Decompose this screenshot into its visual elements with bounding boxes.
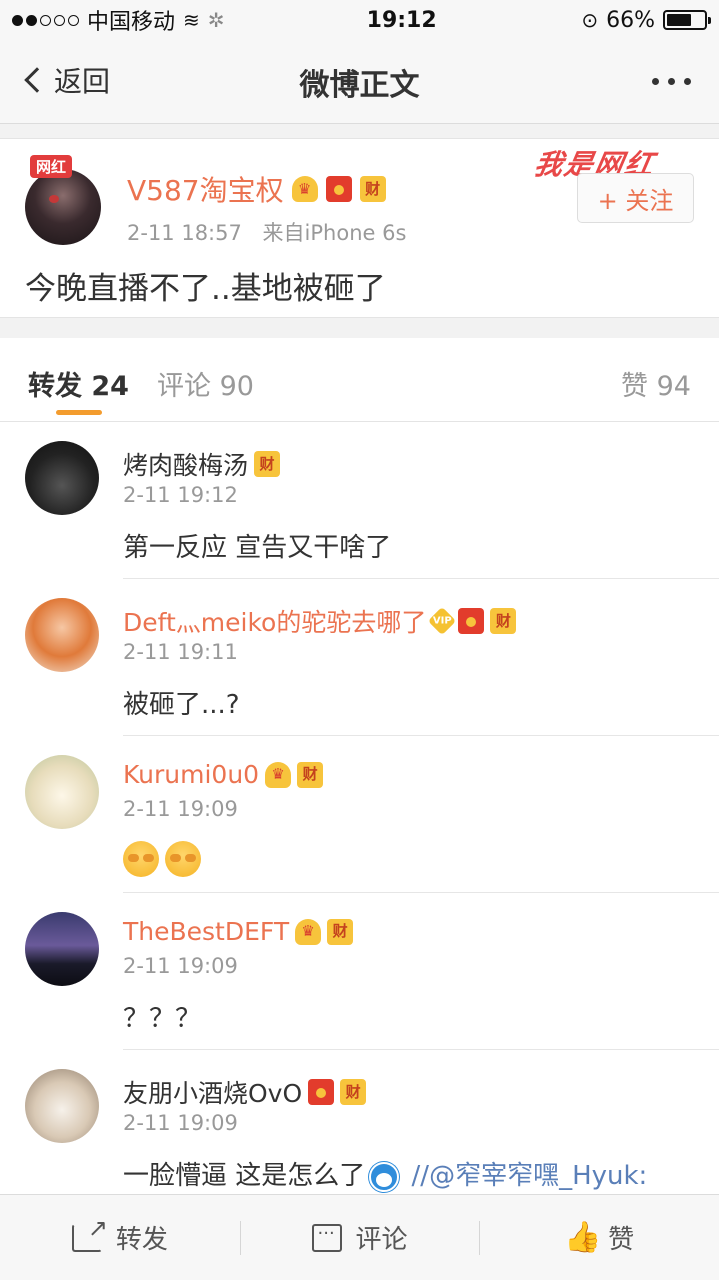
list-item[interactable]: TheBestDEFT ♛ 财 2-11 19:09 ？？？ (0, 893, 719, 1050)
comment-label: 评论 (355, 1225, 408, 1255)
comment-author-row[interactable]: TheBestDEFT ♛ 财 (123, 917, 354, 946)
comment-text: ？？？ (123, 1004, 202, 1034)
more-button[interactable] (652, 78, 691, 85)
loading-icon: ✲ (207, 8, 225, 32)
crown-icon: ♛ (265, 761, 292, 788)
tab-bar: 转发 24 评论 90 赞 94 (0, 338, 719, 422)
crown-icon: ♛ (295, 918, 322, 945)
tab-repost[interactable]: 转发 24 (28, 364, 129, 403)
cover-face-emoji-icon (123, 841, 159, 877)
thumbs-up-icon: 👍 (564, 1219, 602, 1255)
cai-icon: 财 (359, 176, 386, 202)
status-left: 中国移动 ≋ ✲ (12, 4, 262, 36)
vip-icon: VIP (428, 606, 457, 636)
signal-icon (12, 14, 79, 26)
follow-button[interactable]: + 关注 (577, 173, 694, 223)
crown-icon: ♛ (291, 176, 318, 202)
comment-text (123, 841, 207, 877)
comment-text-main: 一脸懵逼 这是怎么了 (123, 1161, 366, 1191)
post-meta: 2-11 18:57 来自iPhone 6s (127, 217, 406, 247)
status-time: 19:12 (366, 7, 437, 33)
mention-link[interactable]: @窄宰窄嘿_Hyuk: (429, 1161, 647, 1191)
repost-label: 转发 (115, 1225, 168, 1255)
tab-like[interactable]: 赞 94 (621, 364, 691, 403)
list-item[interactable]: 友朋小酒烧OvO 财 2-11 19:09 一脸懵逼 这是怎么了 //@窄宰窄嘿… (0, 1050, 719, 1194)
list-item[interactable]: 烤肉酸梅汤 财 2-11 19:12 第一反应 宣告又干啥了 (0, 422, 719, 579)
battery-percent: 66% (606, 7, 655, 33)
comment-time: 2-11 19:09 (123, 954, 238, 978)
red-envelope-icon (458, 608, 485, 634)
cai-icon: 财 (297, 761, 324, 788)
cai-icon: 财 (254, 451, 281, 477)
share-icon (71, 1214, 108, 1252)
wanghong-badge: 网红 (30, 155, 73, 178)
cai-icon: 财 (490, 608, 517, 634)
comment-author-row[interactable]: Kurumi0u0 ♛ 财 (123, 760, 324, 789)
doraemon-emoji-icon (369, 1161, 400, 1192)
comment-author-row[interactable]: 烤肉酸梅汤 财 (123, 446, 281, 482)
repost-list: 烤肉酸梅汤 财 2-11 19:12 第一反应 宣告又干啥了 Deft灬meik… (0, 422, 719, 1194)
avatar[interactable] (25, 441, 99, 515)
nav-bar: 返回 微博正文 (0, 40, 719, 124)
repost-button[interactable]: 转发 (0, 1195, 240, 1280)
post-text: 今晚直播不了..基地被砸了 (25, 271, 386, 307)
battery-icon (663, 10, 711, 30)
carrier-label: 中国移动 (87, 10, 176, 35)
avatar[interactable] (25, 755, 99, 829)
author-name: V587淘宝权 (127, 174, 284, 207)
comment-author-row[interactable]: Deft灬meiko的驼驼去哪了 VIP 财 (123, 603, 517, 639)
comment-time: 2-11 19:12 (123, 483, 238, 507)
list-item[interactable]: Deft灬meiko的驼驼去哪了 VIP 财 2-11 19:11 被砸了...… (0, 579, 719, 736)
post-time: 2-11 18:57 (127, 221, 242, 245)
like-label: 赞 (608, 1225, 635, 1255)
comment-text: 被砸了...? (123, 690, 240, 720)
red-envelope-icon (325, 176, 352, 202)
comment-time: 2-11 19:09 (123, 1111, 238, 1135)
page-title: 微博正文 (299, 68, 420, 103)
comment-text: 一脸懵逼 这是怎么了 //@窄宰窄嘿_Hyuk: (123, 1155, 647, 1192)
cai-icon: 财 (340, 1079, 367, 1105)
comment-text: 第一反应 宣告又干啥了 (123, 533, 392, 563)
comment-author-row[interactable]: 友朋小酒烧OvO 财 (123, 1074, 367, 1110)
wifi-icon: ≋ (183, 8, 200, 32)
comment-time: 2-11 19:11 (123, 640, 238, 664)
comment-button[interactable]: 评论 (239, 1195, 480, 1280)
post-card: 网红 V587淘宝权 ♛ 财 2-11 18:57 来自iPhone 6s 今晚… (0, 138, 719, 318)
red-envelope-icon (308, 1079, 335, 1105)
comment-time: 2-11 19:09 (123, 797, 238, 821)
rotation-lock-icon: ⊙ (581, 8, 599, 32)
comment-author: Kurumi0u0 (123, 760, 260, 789)
like-button[interactable]: 👍 赞 (479, 1195, 719, 1280)
author-avatar[interactable] (25, 169, 101, 245)
comment-author: 烤肉酸梅汤 (123, 451, 249, 480)
tab-comment[interactable]: 评论 90 (157, 364, 254, 403)
avatar[interactable] (25, 1069, 99, 1143)
comment-author: TheBestDEFT (123, 917, 290, 946)
comment-author: 友朋小酒烧OvO (123, 1079, 303, 1108)
cai-icon: 财 (327, 918, 354, 945)
avatar[interactable] (25, 912, 99, 986)
cover-face-emoji-icon (165, 841, 201, 877)
tab-indicator (56, 410, 102, 415)
bottom-toolbar: 转发 评论 👍 赞 (0, 1194, 719, 1280)
comment-icon (311, 1223, 342, 1252)
status-bar: 中国移动 ≋ ✲ 19:12 ⊙ 66% (0, 0, 719, 40)
status-right: ⊙ 66% (581, 7, 711, 33)
comment-text-tail: // (403, 1161, 430, 1191)
list-item[interactable]: Kurumi0u0 ♛ 财 2-11 19:09 (0, 736, 719, 893)
comment-author: Deft灬meiko的驼驼去哪了 (123, 608, 427, 637)
post-source: 来自iPhone 6s (262, 221, 407, 245)
avatar[interactable] (25, 598, 99, 672)
author-name-row[interactable]: V587淘宝权 ♛ 财 (127, 169, 386, 209)
